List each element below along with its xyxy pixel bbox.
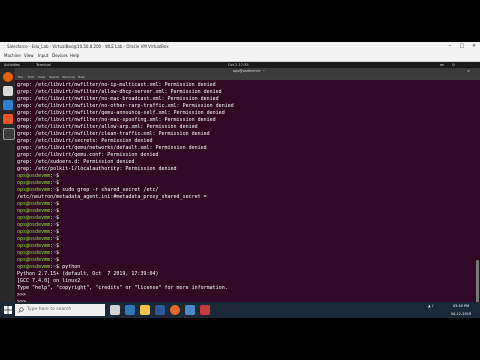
- prompt-command: $: [56, 229, 60, 235]
- file-explorer-icon[interactable]: [140, 305, 150, 315]
- prompt-command: $ python: [56, 264, 81, 270]
- terminal-window-title: ops@osdevmm: ~: [233, 69, 266, 73]
- date: 04-12-2019: [450, 312, 472, 316]
- terminal-line: grep: /etc/libvirt/nwfilter/allow-dhcp-s…: [17, 89, 222, 95]
- tray-icons[interactable]: ▲ ♪: [420, 302, 442, 318]
- prompt-command: $: [56, 250, 60, 256]
- edge-icon[interactable]: [125, 305, 135, 315]
- prompt-user: ops@osdevmm: [17, 257, 51, 263]
- taskbar-search-box[interactable]: Type here to search: [15, 304, 105, 316]
- menu-input[interactable]: Input: [38, 51, 48, 61]
- firefox-taskbar-icon[interactable]: [170, 305, 180, 315]
- virtualbox-menu-bar: Machine View Input Devices Help: [0, 51, 480, 62]
- search-icon: [18, 307, 24, 313]
- minimize-icon[interactable]: –: [444, 42, 456, 51]
- terminal-title-bar: ops@osdevmm: ~ ✕: [15, 68, 480, 75]
- prompt-user: ops@osdevmm: [17, 250, 51, 256]
- prompt-command: $: [56, 201, 60, 207]
- terminal-line: grep: /etc/polkit-1/localauthority: Perm…: [17, 166, 177, 172]
- terminal-line: ops@osdevmm:~$ sudo grep -r shared_secre…: [17, 187, 159, 193]
- prompt-user: ops@osdevmm: [17, 180, 51, 186]
- terminal-line: grep: /etc/libvirt/nwfilter/no-other-rar…: [17, 103, 234, 109]
- prompt-user: ops@osdevmm: [17, 243, 51, 249]
- prompt-command: $: [56, 215, 60, 221]
- terminal-line: ops@osdevmm:~$: [17, 208, 59, 214]
- terminal-line: ops@osdevmm:~$: [17, 243, 59, 249]
- prompt-user: ops@osdevmm: [17, 215, 51, 221]
- virtualbox-title-bar: Salesforce - Edu_Lab - VirtualBox@10.50.…: [0, 42, 480, 51]
- terminal-line: grep: /etc/libvirt/nwfilter/clean-traffi…: [17, 131, 210, 137]
- files-icon[interactable]: [3, 86, 13, 96]
- prompt-user: ops@osdevmm: [17, 222, 51, 228]
- prompt-user: ops@osdevmm: [17, 229, 51, 235]
- prompt-user: ops@osdevmm: [17, 187, 51, 193]
- prompt-command: $: [56, 236, 60, 242]
- terminal-close-icon[interactable]: ✕: [467, 68, 470, 75]
- terminal-output[interactable]: grep: /etc/libvirt/nwfilter/no-ip-multic…: [15, 80, 475, 318]
- prompt-command: $: [56, 173, 60, 179]
- terminal-line: ops@osdevmm:~$: [17, 201, 59, 207]
- prompt-command: $ sudo grep -r shared_secret /etc/: [56, 187, 159, 193]
- prompt-user: ops@osdevmm: [17, 173, 51, 179]
- terminal-line: Type "help", "copyright", "credits" or "…: [17, 285, 228, 291]
- terminal-line: ops@osdevmm:~$: [17, 257, 59, 263]
- prompt-command: $: [56, 243, 60, 249]
- terminal-icon[interactable]: [3, 128, 15, 140]
- terminal-line: ops@osdevmm:~$: [17, 229, 59, 235]
- prompt-command: $: [56, 222, 60, 228]
- firefox-icon[interactable]: [3, 72, 13, 82]
- terminal-scrollbar[interactable]: [475, 80, 480, 318]
- prompt-command: $: [56, 257, 60, 263]
- terminal-line: grep: /etc/libvirt/qemu.conf: Permission…: [17, 152, 159, 158]
- taskbar-clock[interactable]: 03:40 PM 04-12-2019: [444, 302, 478, 318]
- terminal-line: ops@osdevmm:~$: [17, 180, 59, 186]
- app-taskbar-icon[interactable]: [200, 305, 210, 315]
- terminal-line: grep: /etc/sudoers.d: Permission denied: [17, 159, 135, 165]
- task-view-icon[interactable]: [110, 305, 120, 315]
- terminal-line: ops@osdevmm:~$: [17, 173, 59, 179]
- virtualbox-taskbar-icon[interactable]: [185, 305, 195, 315]
- terminal-line: ops@osdevmm:~$: [17, 215, 59, 221]
- time: 03:40 PM: [452, 304, 470, 308]
- prompt-user: ops@osdevmm: [17, 208, 51, 214]
- prompt-user: ops@osdevmm: [17, 201, 51, 207]
- prompt-user: ops@osdevmm: [17, 236, 51, 242]
- terminal-line: >>>: [17, 292, 27, 298]
- window-title: Salesforce - Edu_Lab - VirtualBox@10.50.…: [7, 44, 169, 49]
- menu-view[interactable]: View: [24, 51, 34, 61]
- terminal-line: [GCC 7.4.0] on linux2: [17, 278, 81, 284]
- terminal-line: /etc/neutron/metadata_agent.ini:#metadat…: [17, 194, 207, 200]
- ubuntu-dock: [0, 68, 15, 318]
- libreoffice-icon[interactable]: [3, 100, 13, 110]
- terminal-line: ops@osdevmm:~$: [17, 250, 59, 256]
- terminal-line: grep: /etc/libvirt/nwfilter/qemu-announc…: [17, 110, 225, 116]
- word-icon[interactable]: [155, 305, 165, 315]
- windows-taskbar: Type here to search ▲ ♪ 03:40 PM 04-12-2…: [0, 302, 480, 318]
- terminal-line: ops@osdevmm:~$: [17, 222, 59, 228]
- screen-frame: Salesforce - Edu_Lab - VirtualBox@10.50.…: [0, 42, 480, 318]
- prompt-user: ops@osdevmm: [17, 264, 51, 270]
- terminal-line: ops@osdevmm:~$ python: [17, 264, 80, 270]
- terminal-line: grep: /etc/libvirt/nwfilter/no-ip-multic…: [17, 82, 216, 88]
- menu-help[interactable]: Help: [70, 51, 79, 61]
- maximize-icon[interactable]: □: [456, 42, 468, 51]
- terminal-line: grep: /etc/libvirt/secrets: Permission d…: [17, 138, 153, 144]
- prompt-command: $: [56, 180, 60, 186]
- terminal-line: grep: /etc/libvirt/nwfilter/allow-arp.xm…: [17, 124, 198, 130]
- menu-devices[interactable]: Devices: [52, 51, 68, 61]
- search-placeholder: Type here to search: [27, 307, 72, 312]
- terminal-line: grep: /etc/libvirt/qemu/networks/default…: [17, 145, 207, 151]
- terminal-line: grep: /etc/libvirt/nwfilter/no-mac-broad…: [17, 96, 219, 102]
- terminal-line: grep: /etc/libvirt/nwfilter/no-mac-spoof…: [17, 117, 216, 123]
- menu-machine[interactable]: Machine: [4, 51, 21, 61]
- windows-start-icon[interactable]: [4, 306, 12, 314]
- software-icon[interactable]: [3, 114, 13, 124]
- terminal-line: Python 2.7.15+ (default, Oct 7 2019, 17:…: [17, 271, 159, 277]
- prompt-command: $: [56, 208, 60, 214]
- close-icon[interactable]: ×: [468, 42, 480, 51]
- terminal-line: ops@osdevmm:~$: [17, 236, 59, 242]
